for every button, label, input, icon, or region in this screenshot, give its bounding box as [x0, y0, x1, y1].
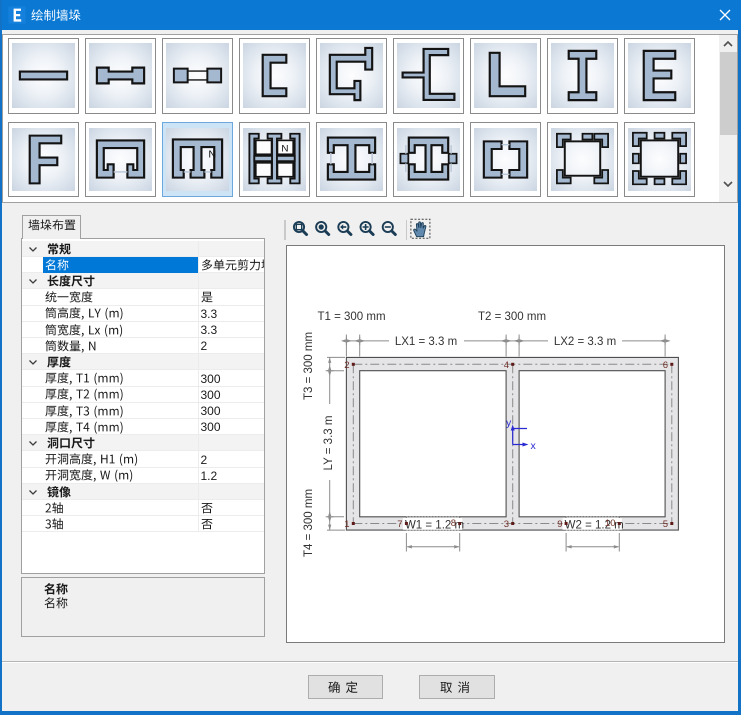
svg-text:LY = 3.3 m: LY = 3.3 m	[323, 416, 335, 471]
svg-text:4: 4	[504, 360, 509, 371]
svg-text:1: 1	[344, 519, 349, 530]
svg-text:6: 6	[663, 360, 668, 371]
svg-text:T1 = 300 mm: T1 = 300 mm	[317, 311, 385, 323]
svg-text:y: y	[506, 417, 512, 429]
svg-text:10: 10	[605, 518, 616, 529]
svg-text:LX2 = 3.3 m: LX2 = 3.3 m	[554, 336, 616, 348]
svg-text:5: 5	[663, 519, 668, 530]
svg-text:T3 = 300 mm: T3 = 300 mm	[303, 332, 315, 400]
svg-text:9: 9	[557, 519, 562, 530]
svg-text:8: 8	[451, 518, 456, 529]
svg-text:3: 3	[504, 519, 509, 530]
svg-text:7: 7	[397, 519, 402, 530]
svg-text:2: 2	[344, 360, 349, 371]
svg-text:T4 = 300 mm: T4 = 300 mm	[303, 489, 315, 557]
svg-text:N: N	[281, 143, 288, 154]
svg-text:T2 = 300 mm: T2 = 300 mm	[478, 311, 546, 323]
svg-text:N: N	[208, 148, 216, 160]
svg-text:x: x	[531, 440, 537, 452]
svg-text:LX1 = 3.3 m: LX1 = 3.3 m	[395, 336, 457, 348]
